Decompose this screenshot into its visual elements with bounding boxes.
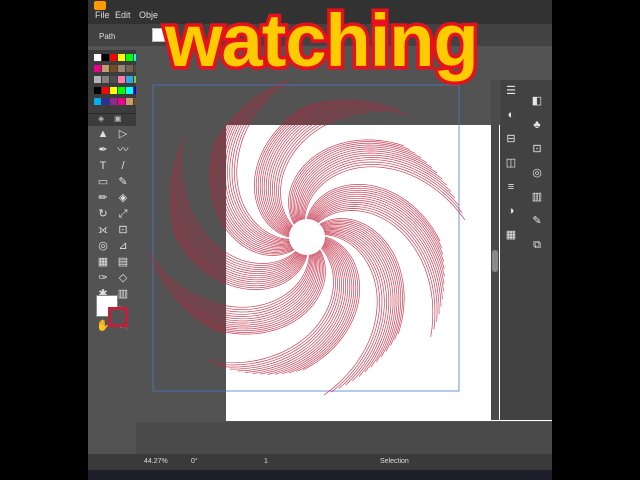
artboards-icon[interactable]: ⧉ [530, 238, 544, 252]
spiral-stroke [280, 110, 407, 227]
panel-dock: ☰ ◧ ◐ ♣ ⊟ ⊡ ◫ ◎ ≡ ▥ ◑ ✎ ▦ ⧉ [500, 80, 552, 420]
letterbox-left [0, 0, 88, 480]
transform-icon[interactable]: ⊡ [530, 142, 544, 156]
spiral-stroke [278, 108, 400, 228]
spiral-strokes [148, 78, 466, 396]
spiral-stroke [214, 246, 336, 366]
layers-icon[interactable]: ◧ [530, 94, 544, 108]
brushes-icon[interactable]: ✎ [530, 214, 544, 228]
rotation-value[interactable]: 0° [191, 458, 198, 465]
overlay-caption: watching [162, 0, 483, 86]
spiral-stroke [176, 152, 298, 268]
scroll-thumb[interactable] [492, 250, 498, 272]
horizontal-scrollbar[interactable] [136, 422, 552, 454]
spiral-stroke [222, 246, 338, 368]
spiral-stroke [180, 137, 297, 264]
pathfinder-icon[interactable]: ◫ [504, 156, 518, 170]
spiral-stroke [317, 210, 434, 337]
spiral-stroke [207, 247, 334, 364]
zoom-level[interactable]: 44.27% [144, 458, 168, 465]
appearance-icon[interactable]: ◎ [530, 166, 544, 180]
swatches-panel-icon[interactable]: ▦ [504, 228, 518, 242]
taskbar [88, 470, 552, 480]
transparency-icon[interactable]: ◑ [504, 204, 518, 218]
spiral-stroke [178, 144, 298, 266]
symbols-icon[interactable]: ♣ [530, 118, 544, 132]
libraries-icon[interactable]: ◐ [504, 108, 518, 122]
gradient-panel-icon[interactable]: ▥ [530, 190, 544, 204]
artboard-number[interactable]: 1 [264, 458, 268, 465]
letterbox-right [552, 0, 640, 480]
align-icon[interactable]: ⊟ [504, 132, 518, 146]
properties-icon[interactable]: ☰ [504, 84, 518, 98]
vertical-scrollbar[interactable] [491, 80, 499, 420]
status-bar: 44.27% 0° 1 Selection [88, 454, 552, 470]
spiral-center [291, 221, 323, 253]
spiral-stroke [316, 206, 438, 322]
spiral-stroke [276, 106, 392, 228]
spiral-stroke [316, 208, 436, 330]
stroke-icon[interactable]: ≡ [504, 180, 518, 194]
current-tool: Selection [380, 458, 409, 465]
